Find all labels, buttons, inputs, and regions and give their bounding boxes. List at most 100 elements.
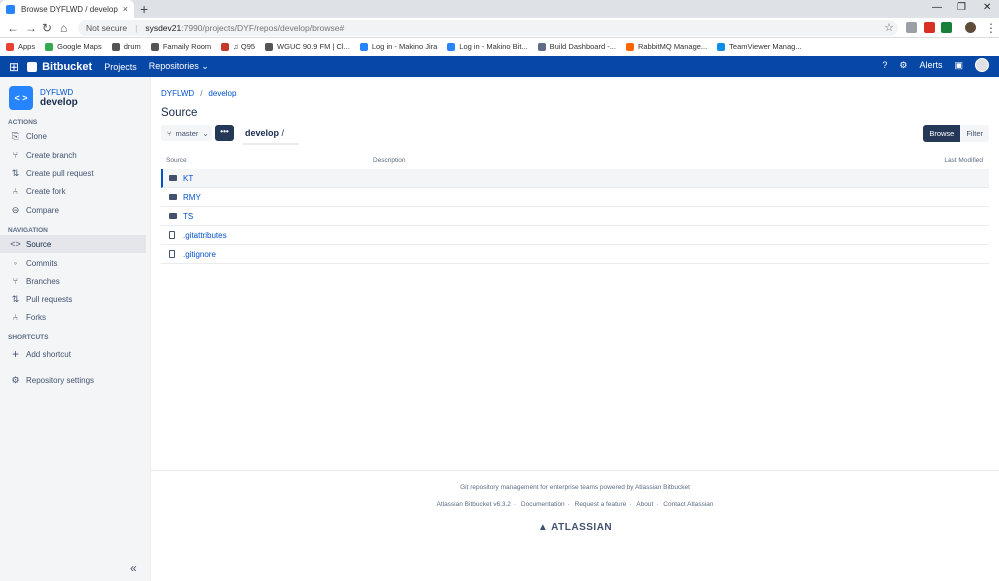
table-row[interactable]: .gitattributes xyxy=(161,226,989,245)
sidebar-item-pull-requests[interactable]: ⇅ Pull requests xyxy=(0,290,146,308)
repo-name[interactable]: develop xyxy=(40,97,78,108)
table-row[interactable]: RMY xyxy=(161,188,989,207)
source-code-icon: <> xyxy=(10,239,21,249)
sidebar-item-forks[interactable]: ⑃ Forks xyxy=(0,308,146,326)
atlassian-logo[interactable]: ▲ ATLASSIAN xyxy=(151,522,999,533)
bookmark-item[interactable]: Google Maps xyxy=(45,42,102,51)
bookmark-favicon-icon xyxy=(111,42,120,51)
browse-button[interactable]: Browse xyxy=(923,125,961,142)
profile-avatar-icon[interactable] xyxy=(965,22,976,33)
file-name[interactable]: KT xyxy=(183,174,193,183)
footer-version-link[interactable]: Atlassian Bitbucket v6.3.2 xyxy=(436,501,510,508)
pull-request-icon: ⇅ xyxy=(11,167,20,178)
path-separator: / xyxy=(281,128,285,138)
filter-button[interactable]: Filter xyxy=(960,125,989,142)
sidebar-item-repository-settings[interactable]: ⚙ Repository settings xyxy=(0,371,146,389)
fork-icon: ⑃ xyxy=(12,312,19,322)
bookmark-label: Log in - Makino Jira xyxy=(371,42,438,51)
bookmark-favicon-icon xyxy=(537,42,546,51)
nav-projects[interactable]: Projects xyxy=(104,62,137,72)
help-icon[interactable]: ? xyxy=(882,60,887,70)
reload-icon[interactable]: ↻ xyxy=(42,21,52,35)
omnibox-separator: | xyxy=(135,23,138,33)
branch-name: master xyxy=(175,128,199,138)
gmail-extension-icon[interactable] xyxy=(924,22,935,33)
file-name[interactable]: .gitattributes xyxy=(183,231,227,240)
collapse-sidebar-icon[interactable]: « xyxy=(130,561,137,575)
sheets-extension-icon[interactable] xyxy=(941,22,952,33)
sidebar-item-source[interactable]: <> Source xyxy=(0,235,146,253)
atlassian-logo-text: ATLASSIAN xyxy=(551,522,613,533)
bookmark-item[interactable]: RabbitMQ Manage... xyxy=(625,42,707,51)
table-row[interactable]: TS xyxy=(161,207,989,226)
forward-icon[interactable]: → xyxy=(25,21,37,35)
bookmark-item[interactable]: ♫ Q95 xyxy=(221,42,255,51)
security-indicator[interactable]: Not secure xyxy=(86,23,127,33)
breadcrumb-repo[interactable]: develop xyxy=(208,89,236,98)
pull-requests-inbox-icon[interactable]: ▣ xyxy=(954,60,963,71)
bookmark-item[interactable]: TeamViewer Manag... xyxy=(717,42,802,51)
sidebar-item-add-shortcut[interactable]: + Add shortcut xyxy=(0,345,146,363)
bookmark-item[interactable]: drum xyxy=(111,42,141,51)
bookmark-label: Build Dashboard -... xyxy=(549,42,616,51)
branch-selector[interactable]: ⑂ master ⌄ xyxy=(161,125,212,141)
sidebar-item-label: Add shortcut xyxy=(26,349,71,359)
bitbucket-logo[interactable]: Bitbucket xyxy=(27,61,92,73)
column-source: Source xyxy=(166,157,187,164)
project-link[interactable]: DYFLWD xyxy=(40,88,78,97)
bookmark-favicon-icon xyxy=(6,42,14,51)
sidebar-item-create-branch[interactable]: ⑂ Create branch xyxy=(0,146,146,164)
bookmark-item[interactable]: Build Dashboard -... xyxy=(537,42,616,51)
footer-about-link[interactable]: About xyxy=(636,501,653,508)
home-icon[interactable]: ⌂ xyxy=(60,21,67,35)
maximize-button[interactable]: ❐ xyxy=(957,2,966,13)
path-underline xyxy=(243,143,299,145)
table-row[interactable]: KT xyxy=(161,169,989,188)
footer-documentation-link[interactable]: Documentation xyxy=(521,501,565,508)
table-row[interactable]: .gitignore xyxy=(161,245,989,264)
sidebar-item-create-pull-request[interactable]: ⇅ Create pull request xyxy=(0,164,146,182)
sidebar-item-label: Branches xyxy=(26,276,60,286)
file-table-header: Source Description Last Modified xyxy=(161,157,989,169)
file-name[interactable]: TS xyxy=(183,212,193,221)
more-actions-button[interactable]: ••• xyxy=(215,125,234,141)
repository-sidebar: < > DYFLWD develop ACTIONS ⎘ Clone ⑂ Creat… xyxy=(0,77,151,581)
sidebar-item-clone[interactable]: ⎘ Clone xyxy=(0,127,146,145)
commit-icon: ◦ xyxy=(13,258,18,268)
sidebar-item-commits[interactable]: ◦ Commits xyxy=(0,254,146,272)
app-switcher-icon[interactable]: ⊞ xyxy=(9,60,19,74)
back-icon[interactable]: ← xyxy=(7,21,19,35)
bookmark-star-icon[interactable]: ☆ xyxy=(884,21,894,34)
browser-menu-icon[interactable]: ⋮ xyxy=(985,21,997,35)
bookmark-item[interactable]: Log in - Makino Bit... xyxy=(447,42,528,51)
extension-icon[interactable] xyxy=(906,22,917,33)
file-name[interactable]: RMY xyxy=(183,193,201,202)
browser-tab[interactable]: Browse DYFLWD / develop - Ma × xyxy=(0,0,134,18)
sidebar-item-create-fork[interactable]: ⑃ Create fork xyxy=(0,182,146,200)
path-root[interactable]: develop xyxy=(245,128,279,138)
address-bar[interactable]: Not secure | sysdev21:7990/projects/DYF/… xyxy=(78,20,898,36)
settings-gear-icon[interactable]: ⚙ xyxy=(899,60,907,71)
close-window-button[interactable]: ✕ xyxy=(983,2,991,13)
nav-repositories[interactable]: Repositories ⌄ xyxy=(149,61,209,72)
bookmark-item[interactable]: Apps xyxy=(6,42,35,51)
alerts-link[interactable]: Alerts xyxy=(919,60,942,70)
bookmark-item[interactable]: Log in - Makino Jira xyxy=(359,42,438,51)
bookmark-favicon-icon xyxy=(625,42,634,51)
repo-avatar-icon[interactable]: < > xyxy=(9,86,33,110)
sidebar-item-branches[interactable]: ⑂ Branches xyxy=(0,272,146,290)
user-avatar[interactable] xyxy=(975,58,989,72)
breadcrumb-project[interactable]: DYFLWD xyxy=(161,89,194,98)
minimize-button[interactable]: — xyxy=(932,2,942,13)
tab-close-icon[interactable]: × xyxy=(123,4,128,14)
bookmark-favicon-icon xyxy=(45,42,54,51)
bitbucket-logo-text: Bitbucket xyxy=(42,60,93,73)
bookmark-item[interactable]: Famaily Room xyxy=(150,42,211,51)
new-tab-button[interactable]: + xyxy=(140,1,148,17)
footer-contact-link[interactable]: Contact Atlassian xyxy=(663,501,713,508)
file-name[interactable]: .gitignore xyxy=(183,250,216,259)
bookmark-item[interactable]: WGUC 90.9 FM | Cl... xyxy=(265,42,350,51)
bookmark-favicon-icon xyxy=(447,42,456,51)
sidebar-item-compare[interactable]: ⊖ Compare xyxy=(0,201,146,219)
footer-request-feature-link[interactable]: Request a feature xyxy=(575,501,627,508)
